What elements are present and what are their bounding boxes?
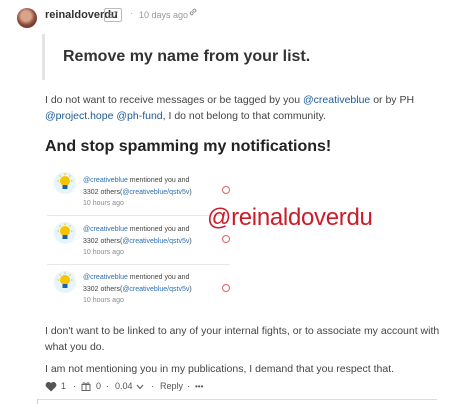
unread-dot[interactable]	[222, 186, 230, 194]
notification-line2-end: )	[189, 238, 192, 245]
notification-line2: 3302 others(	[83, 286, 123, 293]
blockquote-bar	[42, 34, 45, 80]
notification-text: @creativeblue mentioned you and 3302 othe…	[83, 175, 192, 199]
notification-line1: mentioned you and	[127, 274, 190, 281]
footer-separator: ·	[187, 381, 190, 391]
paragraph-2: I don't want to be linked to any of your…	[45, 325, 440, 353]
notification-user[interactable]: @creativeblue	[83, 226, 128, 233]
payout-value[interactable]: 0.04	[115, 381, 133, 391]
notification-line2-end: )	[189, 189, 192, 196]
notification-line2-end: )	[189, 286, 192, 293]
reputation-badge: 67	[104, 8, 123, 22]
timestamp[interactable]: 10 days ago	[139, 10, 188, 20]
notification-text: @creativeblue mentioned you and 3302 othe…	[83, 224, 192, 248]
notification-time: 10 hours ago	[83, 249, 124, 256]
link-icon[interactable]	[188, 7, 198, 17]
notification-text: @creativeblue mentioned you and 3302 othe…	[83, 272, 192, 296]
para1-text3: , I do not belong to that community.	[162, 110, 326, 122]
footer-separator: ·	[106, 381, 109, 391]
vote-count[interactable]: 1	[61, 381, 66, 391]
username-watermark: @reinaldoverdu	[207, 204, 373, 231]
separator-dot: ·	[130, 8, 134, 19]
footer-separator: ·	[73, 381, 76, 391]
notification-line2: 3302 others(	[83, 238, 123, 245]
para1-text1: I do not want to receive messages or be …	[45, 94, 303, 106]
heart-icon[interactable]	[45, 381, 57, 392]
notification-link[interactable]: @creativeblue/qstv5v	[122, 238, 189, 245]
notification-divider	[47, 264, 230, 265]
para1-text2: or by PH	[370, 94, 415, 106]
gift-count: 0	[96, 381, 102, 391]
notification-user[interactable]: @creativeblue	[83, 177, 128, 184]
lightbulb-icon	[54, 172, 76, 194]
reply-box-edge	[37, 399, 38, 404]
notification-time: 10 hours ago	[83, 297, 124, 304]
gift-icon[interactable]	[81, 381, 91, 391]
footer-separator: ·	[151, 381, 154, 391]
paragraph-3: I am not mentioning you in my publicatio…	[45, 363, 395, 375]
paragraph-1: I do not want to receive messages or be …	[45, 92, 440, 124]
notification-line2: 3302 others(	[83, 189, 123, 196]
reply-box-border	[37, 399, 437, 400]
notification-divider	[47, 215, 230, 216]
mention-ph-fund[interactable]: @ph-fund	[116, 110, 162, 122]
notification-line1: mentioned you and	[127, 226, 190, 233]
notification-time: 10 hours ago	[83, 200, 124, 207]
chevron-down-icon[interactable]	[136, 384, 144, 390]
unread-dot[interactable]	[222, 235, 230, 243]
avatar[interactable]	[17, 8, 37, 28]
lightbulb-icon	[54, 222, 76, 244]
notification-line1: mentioned you and	[127, 177, 190, 184]
mention-creativeblue[interactable]: @creativeblue	[303, 94, 370, 106]
lightbulb-icon	[54, 271, 76, 293]
blockquote-text: Remove my name from your list.	[63, 48, 311, 65]
reply-button[interactable]: Reply	[160, 381, 183, 391]
post-heading: And stop spamming my notifications!	[45, 138, 332, 155]
unread-dot[interactable]	[222, 284, 230, 292]
more-options-button[interactable]: •••	[195, 382, 203, 391]
notification-link[interactable]: @creativeblue/qstv5v	[122, 189, 189, 196]
notification-link[interactable]: @creativeblue/qstv5v	[122, 286, 189, 293]
notification-user[interactable]: @creativeblue	[83, 274, 128, 281]
mention-project-hope[interactable]: @project.hope	[45, 110, 113, 122]
